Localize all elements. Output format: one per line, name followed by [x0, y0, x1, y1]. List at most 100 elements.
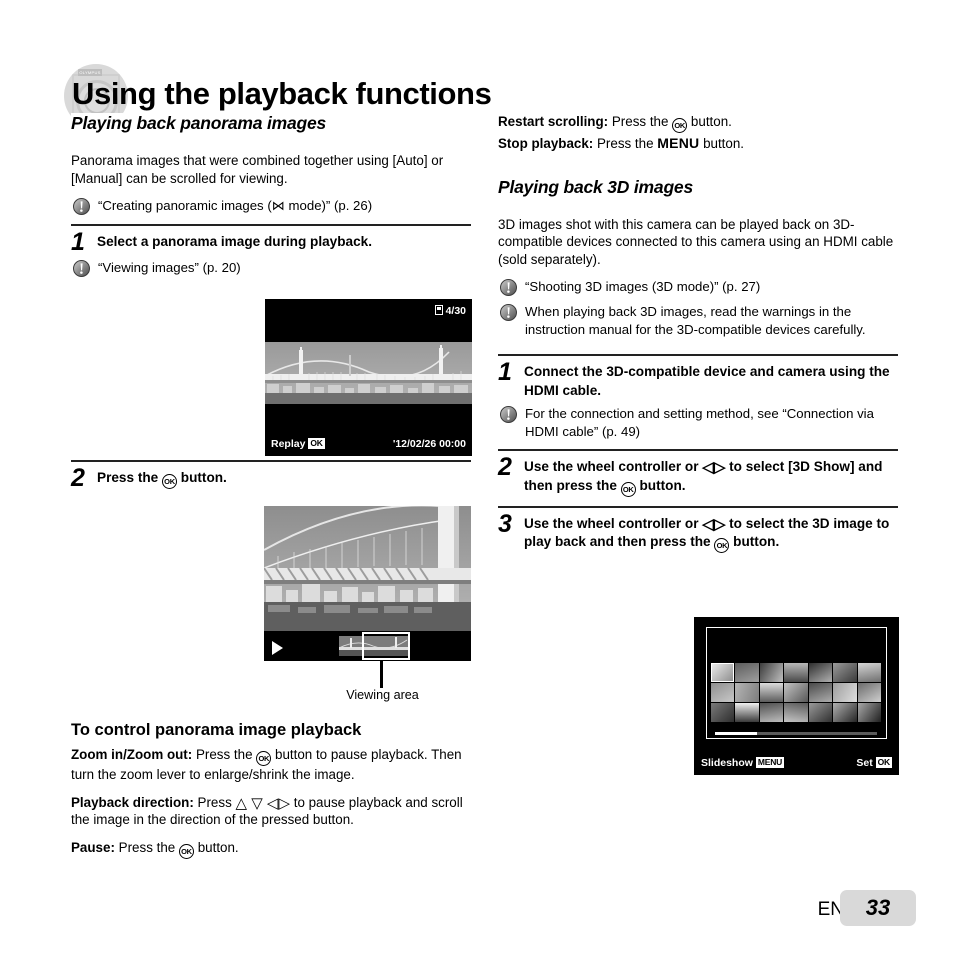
step-1-number: 1 [71, 228, 85, 256]
thumbnail-cell[interactable] [735, 703, 759, 722]
step-2-3d-text-a: Use the wheel controller or [524, 459, 699, 474]
thumbnail-cell[interactable] [759, 683, 784, 702]
ok-badge-icon: OK [308, 438, 325, 449]
step-2-panorama: 2 Press the OK button. [71, 460, 471, 492]
exclamation-icon [73, 260, 90, 277]
note-shooting-3d-text: “Shooting 3D images (3D mode)” (p. 27) [525, 279, 761, 294]
exclamation-icon [73, 198, 90, 215]
step-3-3d-text-a: Use the wheel controller or [524, 515, 699, 531]
right-column: Restart scrolling: Press the OK button. … [498, 113, 898, 561]
control-restart-label: Restart scrolling: [498, 114, 609, 129]
control-pause: Pause: Press the OK button. [71, 839, 471, 859]
section-heading-3d: Playing back 3D images [498, 176, 898, 204]
camera-screen-1-counter: 4/30 [434, 305, 466, 317]
thumbnail-cell[interactable] [711, 663, 735, 682]
slideshow-label: Slideshow [701, 757, 753, 769]
step-3-3d-number: 3 [498, 509, 512, 538]
section-heading-panorama: Playing back panorama images [71, 113, 471, 140]
thumbnail-cell[interactable] [759, 703, 784, 722]
play-triangle-icon [272, 641, 283, 655]
control-heading: To control panorama image playback [71, 721, 362, 739]
thumbnail-cell[interactable] [735, 663, 759, 682]
step-2-3d-number: 2 [498, 453, 512, 481]
camera-screen-3-slideshow: Slideshow MENU [701, 757, 785, 769]
ok-button-icon: OK [620, 481, 636, 497]
thumbnail-cell[interactable] [808, 703, 833, 722]
step-2-text-after: button. [180, 470, 227, 485]
thumbnail-cell[interactable] [833, 683, 857, 702]
control-pause-label: Pause: [71, 839, 115, 855]
control-direction-label: Playback direction: [71, 794, 194, 810]
step-2-3d: 2 Use the wheel controller or ◁▷ to sele… [498, 449, 898, 497]
ok-badge-icon: OK [875, 757, 892, 768]
thumbnail-cell[interactable] [808, 663, 833, 682]
ok-button-icon: OK [256, 751, 272, 766]
thumbnail-cell[interactable] [784, 683, 808, 702]
thumbnail-cell[interactable] [784, 703, 808, 722]
page-header: OLYMPUS Using the playback functions [0, 32, 954, 128]
step-2-3d-text-c: button. [639, 477, 686, 493]
manual-page: OLYMPUS Using the playback functions Pla… [0, 0, 954, 954]
watermark-brand-label: OLYMPUS [78, 69, 102, 76]
bridge-zoom-image [264, 506, 471, 631]
step-2-3d-text: Use the wheel controller or ◁▷ to select… [524, 456, 898, 497]
thumbnail-cell[interactable] [711, 683, 735, 702]
bridge-panorama-image [265, 342, 472, 404]
step-1-3d-number: 1 [498, 358, 512, 386]
camera-screen-panorama-select: 4/30 Replay OK '12/02/26 00:00 [265, 299, 472, 456]
set-label: Set [856, 757, 873, 769]
control-stop-playback: Stop playback: Press the MENU button. [498, 135, 898, 153]
thumbnail-cell[interactable] [857, 703, 881, 722]
page-footer: EN 33 [0, 890, 954, 932]
dpad-arrows-icon: △ ▽ ◁▷ [235, 794, 290, 812]
menu-badge-icon: MENU [755, 757, 785, 768]
control-restart-scrolling: Restart scrolling: Press the OK button. [498, 113, 898, 133]
note-viewing-images: “Viewing images” (p. 20) [71, 259, 471, 277]
thumbnail-cell[interactable] [857, 683, 881, 702]
note-shooting-3d: “Shooting 3D images (3D mode)” (p. 27) [498, 278, 898, 296]
step-1-panorama: 1 Select a panorama image during playbac… [71, 224, 471, 277]
step-2-number: 2 [71, 464, 85, 492]
exclamation-icon [500, 279, 517, 296]
replay-label: Replay [271, 438, 306, 450]
control-stop-before: Press the [596, 136, 654, 151]
camera-screen-1-replay: Replay OK [271, 438, 325, 450]
note-3d-warnings-text: When playing back 3D images, read the wa… [525, 304, 866, 337]
note-creating-panoramic: “Creating panoramic images (⋈ mode)” (p.… [71, 197, 471, 215]
panorama-thumbnail-strip [265, 342, 472, 404]
ok-button-icon: OK [672, 118, 688, 133]
step-3-3d-text-c: button. [733, 534, 780, 549]
exclamation-icon [500, 304, 517, 321]
thumbnail-cell[interactable] [833, 703, 857, 722]
control-pause-after: button. [197, 839, 239, 855]
camera-screen-3d-index: Slideshow MENU Set OK [694, 617, 899, 775]
left-column: Playing back panorama images Panorama im… [71, 113, 471, 869]
index-scrollbar[interactable] [715, 731, 877, 735]
left-right-arrows-icon: ◁▷ [702, 515, 726, 533]
thumbnail-cell[interactable] [711, 703, 735, 722]
thumbnail-cell[interactable] [759, 663, 784, 682]
thumbnail-cell[interactable] [808, 683, 833, 702]
thumbnail-cell[interactable] [857, 663, 881, 682]
footer-page-number: 33 [840, 890, 916, 926]
control-zoom-before: Press the [195, 747, 253, 762]
thumbnail-cell[interactable] [735, 683, 759, 702]
viewing-area-indicator [362, 632, 410, 660]
ok-button-icon: OK [714, 538, 730, 553]
step-3-3d-text: Use the wheel controller or ◁▷ to select… [524, 513, 898, 553]
step-2-text-before: Press the [97, 470, 159, 485]
note-3d-warnings: When playing back 3D images, read the wa… [498, 303, 898, 338]
control-stop-after: button. [703, 136, 745, 151]
thumbnail-cell[interactable] [833, 663, 857, 682]
thumbnail-grid [711, 663, 881, 722]
camera-screen-1-datetime: '12/02/26 00:00 [392, 438, 466, 450]
step-1-text: Select a panorama image during playback. [97, 234, 372, 249]
thumbnail-cell[interactable] [784, 663, 808, 682]
step-1-3d: 1 Connect the 3D-compatible device and c… [498, 354, 898, 440]
step-3-3d: 3 Use the wheel controller or ◁▷ to sele… [498, 505, 898, 553]
control-zoom: Zoom in/Zoom out: Press the OK button to… [71, 746, 471, 784]
note-hdmi-connection: For the connection and setting method, s… [498, 405, 898, 440]
step-1-3d-text: Connect the 3D-compatible device and cam… [524, 364, 890, 398]
viewing-area-callout-line [380, 660, 383, 688]
control-restart-before: Press the [611, 114, 669, 129]
